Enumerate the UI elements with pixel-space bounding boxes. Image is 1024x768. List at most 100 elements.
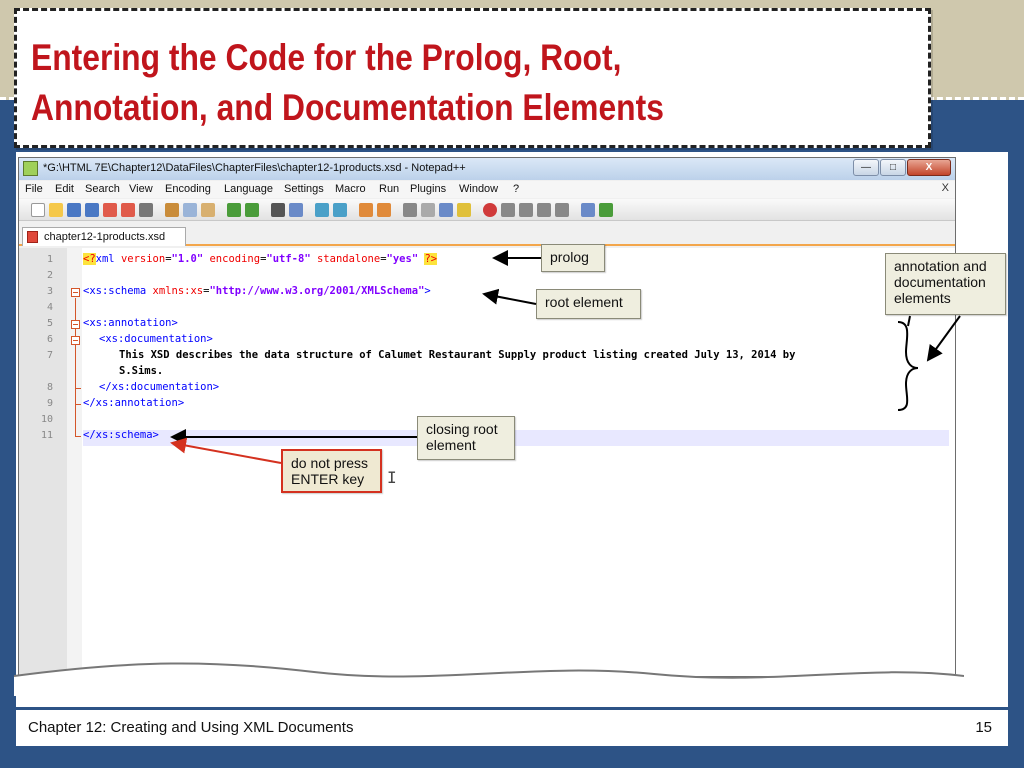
slide-footer: Chapter 12: Creating and Using XML Docum… <box>16 708 1008 746</box>
unsaved-file-icon <box>27 231 38 243</box>
callout-closing-line1: closing root <box>426 421 498 437</box>
menu-macro[interactable]: Macro <box>335 183 366 195</box>
callout-do-not-press: do not press ENTER key <box>281 449 382 493</box>
fold-toggle-annotation[interactable] <box>71 320 80 329</box>
find-icon[interactable] <box>271 203 285 217</box>
pi-close: ?> <box>424 253 438 265</box>
open-file-icon[interactable] <box>49 203 63 217</box>
word-wrap-icon[interactable] <box>403 203 417 217</box>
fold-toggle-schema[interactable] <box>71 288 80 297</box>
val-encoding: "utf-8" <box>266 253 311 265</box>
attr-encoding: encoding <box>209 253 261 265</box>
record-macro-icon[interactable] <box>483 203 497 217</box>
menu-window[interactable]: Window <box>459 183 498 195</box>
line-number: 3 <box>46 286 53 297</box>
line-number: 11 <box>40 430 53 441</box>
slide-title-line2: Annotation, and Documentation Elements <box>31 87 664 128</box>
code-line-5: <xs:annotation> <box>83 317 178 329</box>
menu-run[interactable]: Run <box>379 183 399 195</box>
menu-edit[interactable]: Edit <box>55 183 74 195</box>
line-number: 7 <box>46 350 53 361</box>
fold-toggle-documentation[interactable] <box>71 336 80 345</box>
menu-settings[interactable]: Settings <box>284 183 324 195</box>
paste-icon[interactable] <box>201 203 215 217</box>
callout-annotation-line1: annotation and <box>894 258 987 274</box>
menu-file[interactable]: File <box>25 183 43 195</box>
menu-language[interactable]: Language <box>224 183 273 195</box>
fold-line <box>75 298 76 436</box>
menu-close-doc-icon[interactable]: X <box>942 182 949 194</box>
page-number: 15 <box>975 719 992 736</box>
cut-icon[interactable] <box>165 203 179 217</box>
line-number: 1 <box>46 254 53 265</box>
menubar: File Edit Search View Encoding Language … <box>19 181 955 198</box>
save-all-icon[interactable] <box>85 203 99 217</box>
attr-version: version <box>120 253 166 265</box>
play-multiple-icon[interactable] <box>537 203 551 217</box>
notepad-app-icon <box>23 161 38 176</box>
copy-icon[interactable] <box>183 203 197 217</box>
play-macro-icon[interactable] <box>519 203 533 217</box>
launch-browser-icon[interactable] <box>581 203 595 217</box>
new-file-icon[interactable] <box>31 203 45 217</box>
callout-donot-line1: do not press <box>291 455 369 471</box>
line-number: 6 <box>46 334 53 345</box>
code-line-8: </xs:documentation> <box>99 381 220 393</box>
replace-icon[interactable] <box>289 203 303 217</box>
spell-check-icon[interactable] <box>599 203 613 217</box>
sync-v-icon[interactable] <box>359 203 373 217</box>
tab-bar: chapter12-1products.xsd <box>19 222 955 246</box>
save-icon[interactable] <box>67 203 81 217</box>
line-number: 2 <box>46 270 53 281</box>
menu-help[interactable]: ? <box>513 183 519 195</box>
stop-macro-icon[interactable] <box>501 203 515 217</box>
menu-plugins[interactable]: Plugins <box>410 183 446 195</box>
callout-annotation: annotation and documentation elements <box>885 253 1006 315</box>
print-icon[interactable] <box>139 203 153 217</box>
fold-end-tick <box>75 436 81 437</box>
callout-annotation-line3: elements <box>894 290 951 306</box>
undo-icon[interactable] <box>227 203 241 217</box>
text-cursor-icon: I <box>387 468 397 487</box>
menu-encoding[interactable]: Encoding <box>165 183 211 195</box>
maximize-button[interactable]: □ <box>880 159 906 176</box>
window-title: *G:\HTML 7E\Chapter12\DataFiles\ChapterF… <box>43 162 466 174</box>
val-standalone: "yes" <box>386 253 419 265</box>
attr-standalone: standalone <box>316 253 381 265</box>
redo-icon[interactable] <box>245 203 259 217</box>
window-titlebar[interactable]: *G:\HTML 7E\Chapter12\DataFiles\ChapterF… <box>19 158 955 180</box>
close-button[interactable]: X <box>907 159 951 176</box>
zoom-in-icon[interactable] <box>315 203 329 217</box>
show-all-chars-icon[interactable] <box>421 203 435 217</box>
zoom-out-icon[interactable] <box>333 203 347 217</box>
schema-open-close: > <box>424 285 431 297</box>
indent-guide-icon[interactable] <box>439 203 453 217</box>
callout-root-element: root element <box>536 289 641 319</box>
torn-edge <box>14 662 964 696</box>
tab-chapter12-1products[interactable]: chapter12-1products.xsd <box>22 227 186 246</box>
code-line-7-wrap: S.Sims. <box>119 365 164 377</box>
fold-end-tick <box>75 388 81 389</box>
minimize-button[interactable]: — <box>853 159 879 176</box>
menu-search[interactable]: Search <box>85 183 120 195</box>
code-line-9: </xs:annotation> <box>83 397 185 409</box>
callout-closing-root: closing root element <box>417 416 515 460</box>
close-all-icon[interactable] <box>121 203 135 217</box>
doc-map-icon[interactable] <box>457 203 471 217</box>
callout-annotation-line2: documentation <box>894 274 986 290</box>
close-file-icon[interactable] <box>103 203 117 217</box>
sync-h-icon[interactable] <box>377 203 391 217</box>
code-editor[interactable]: 1 2 3 4 5 6 7 8 9 10 11 <?xml version="1… <box>19 248 955 676</box>
code-line-3: <xs:schema xmlns:xs="http://www.w3.org/2… <box>83 285 431 297</box>
menu-view[interactable]: View <box>129 183 153 195</box>
callout-closing-line2: element <box>426 437 476 453</box>
save-macro-icon[interactable] <box>555 203 569 217</box>
slide-title-line1: Entering the Code for the Prolog, Root, <box>31 37 622 78</box>
val-xmlns: "http://www.w3.org/2001/XMLSchema" <box>209 285 425 297</box>
title-box: Entering the Code for the Prolog, Root, … <box>14 8 931 148</box>
line-number: 8 <box>46 382 53 393</box>
toolbar <box>19 199 955 221</box>
pi-name: xml <box>95 253 115 265</box>
callout-donot-line2: ENTER key <box>291 471 365 487</box>
current-line-highlight <box>83 430 949 446</box>
